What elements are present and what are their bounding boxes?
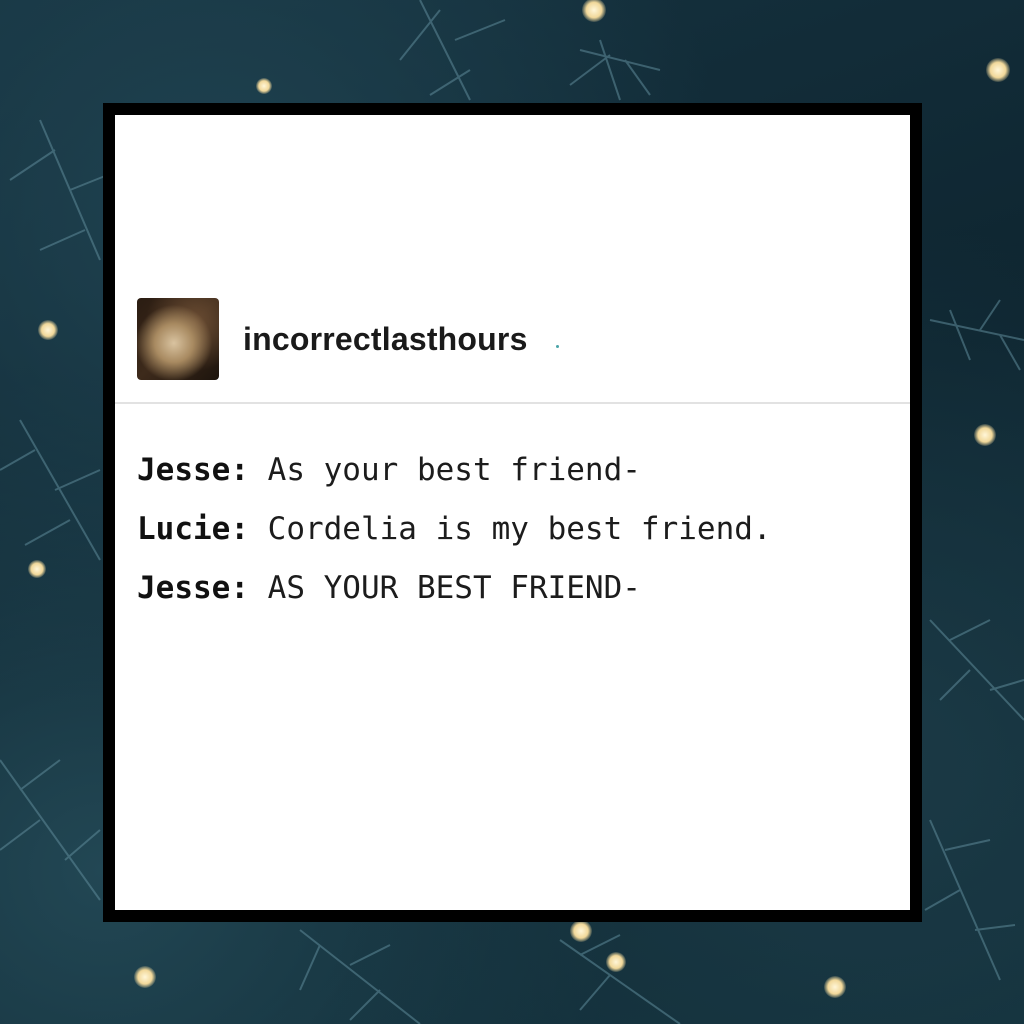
bokeh-light — [256, 78, 272, 94]
dialogue-text: As your best friend- — [267, 452, 641, 488]
post-header: incorrectlasthours — [137, 297, 910, 381]
follow-dot-icon — [555, 344, 559, 348]
dialogue-text: AS YOUR BEST FRIEND- — [267, 570, 641, 606]
dialogue-line: Lucie: Cordelia is my best friend. — [137, 500, 910, 559]
username[interactable]: incorrectlasthours — [243, 321, 528, 358]
bokeh-light — [28, 560, 46, 578]
bokeh-light — [986, 58, 1010, 82]
background-scene: incorrectlasthours Jesse: As your best f… — [0, 0, 1024, 1024]
dialogue: Jesse: As your best friend- Lucie: Corde… — [137, 441, 910, 618]
post-card: incorrectlasthours Jesse: As your best f… — [115, 115, 910, 910]
bokeh-light — [974, 424, 996, 446]
speaker-name: Jesse: — [137, 570, 249, 606]
bokeh-light — [38, 320, 58, 340]
speaker-name: Lucie: — [137, 511, 249, 547]
dialogue-line: Jesse: AS YOUR BEST FRIEND- — [137, 559, 910, 618]
bokeh-light — [824, 976, 846, 998]
dialogue-line: Jesse: As your best friend- — [137, 441, 910, 500]
header-divider — [115, 402, 910, 404]
bokeh-light — [570, 920, 592, 942]
bokeh-light — [134, 966, 156, 988]
speaker-name: Jesse: — [137, 452, 249, 488]
avatar[interactable] — [137, 298, 219, 380]
bokeh-light — [606, 952, 626, 972]
dialogue-text: Cordelia is my best friend. — [267, 511, 772, 547]
